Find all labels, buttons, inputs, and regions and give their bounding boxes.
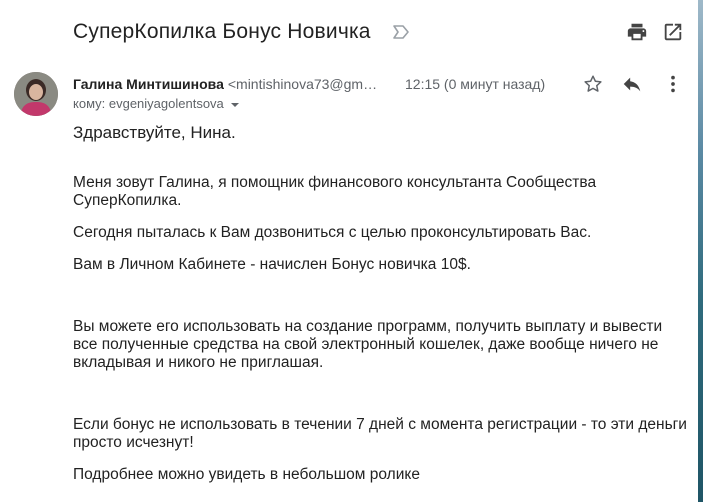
- sender-avatar[interactable]: [14, 72, 58, 116]
- reply-icon[interactable]: [621, 73, 643, 95]
- body-paragraph: Сегодня пыталась к Вам дозвониться с цел…: [73, 224, 592, 241]
- email-time: 12:15 (0 минут назад): [405, 76, 546, 92]
- body-paragraph: Подробнее можно увидеть в небольшом роли…: [73, 466, 420, 483]
- sender-email: <mintishinova73@gm…: [227, 76, 378, 92]
- recipient-line: кому: evgeniyagolentsova: [73, 96, 240, 111]
- sender-name[interactable]: Галина Минтишинова: [73, 76, 224, 92]
- print-icon[interactable]: [626, 21, 648, 43]
- body-paragraph: Вам в Личном Кабинете - начислен Бонус н…: [73, 256, 471, 273]
- avatar-photo: [14, 72, 58, 116]
- star-icon[interactable]: [582, 73, 604, 95]
- recipient-label: кому: evgeniyagolentsova: [73, 96, 224, 111]
- email-subject: СуперКопилка Бонус Новичка: [73, 20, 371, 43]
- email-view: СуперКопилка Бонус Новичка Галина Минтиш…: [0, 0, 698, 502]
- body-paragraph: Меня зовут Галина, я помощник финансовог…: [73, 174, 597, 209]
- subject-header: СуперКопилка Бонус Новичка: [0, 0, 698, 62]
- dropdown-arrow-icon[interactable]: [230, 101, 240, 109]
- greeting-text: Здравствуйте, Нина.: [73, 123, 236, 142]
- open-in-new-window-icon[interactable]: [662, 21, 684, 43]
- body-paragraph: Если бонус не использовать в течении 7 д…: [73, 416, 687, 451]
- sender-info: Галина Минтишинова <mintishinova73@gm…: [73, 76, 377, 92]
- label-outline-icon[interactable]: [392, 24, 410, 40]
- body-paragraph: Вы можете его использовать на создание п…: [73, 318, 663, 371]
- more-vert-icon[interactable]: [662, 73, 684, 95]
